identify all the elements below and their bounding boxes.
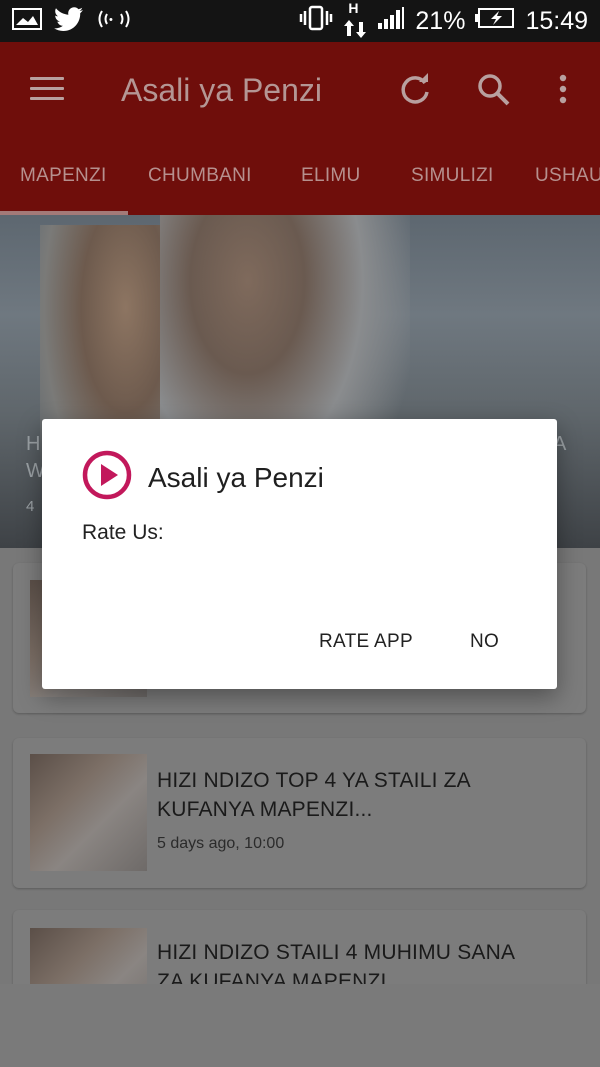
tab-elimu[interactable]: ELIMU [301,165,361,187]
tab-simulizi[interactable]: SIMULIZI [411,165,494,187]
rate-dialog: Asali ya Penzi Rate Us: RATE APP NO [42,419,557,689]
category-tabs: MAPENZI CHUMBANI ELIMU SIMULIZI USHAU [0,137,600,215]
article-title-line2: KUFANYA MAPENZI... [157,798,373,821]
network-type-label: H [348,0,359,16]
tab-ushauri[interactable]: USHAU [535,165,600,187]
battery-percentage: 21% [415,6,466,35]
app-title: Asali ya Penzi [121,72,322,108]
tab-chumbani[interactable]: CHUMBANI [148,165,252,187]
menu-icon[interactable] [30,77,64,101]
status-bar: • H 21% 15:49 [0,0,600,42]
article-thumbnail [30,754,147,871]
search-icon[interactable] [474,70,514,110]
hero-title-fragment: H [26,433,41,455]
list-item[interactable]: HIZI NDIZO TOP 4 YA STAILI ZA KUFANYA MA… [13,738,586,888]
signal-icon [377,6,405,37]
bottom-scrim [0,984,600,1067]
article-title-line1: HIZI NDIZO STAILI 4 MUHIMU SANA [157,941,516,964]
dialog-message: Rate Us: [82,521,164,544]
no-button[interactable]: NO [470,631,499,653]
battery-charging-icon [475,7,515,36]
article-title-line1: HIZI NDIZO TOP 4 YA STAILI ZA [157,769,471,792]
app-bar: Asali ya Penzi [0,42,600,137]
refresh-icon[interactable] [395,70,435,110]
svg-text:•: • [109,14,113,26]
rate-app-button[interactable]: RATE APP [319,631,413,653]
dialog-title: Asali ya Penzi [148,462,324,493]
clock: 15:49 [525,6,588,35]
twitter-icon [54,6,84,36]
data-arrows-icon: H [343,0,367,38]
tab-mapenzi[interactable]: MAPENZI [20,165,107,187]
gallery-icon [12,7,42,35]
overflow-menu-icon[interactable] [545,70,585,110]
hotspot-icon: • [96,7,132,36]
hero-meta-fragment: 4 [26,498,35,515]
article-date: 5 days ago, 10:00 [157,835,285,852]
play-icon [82,450,132,500]
vibrate-icon [299,5,333,38]
